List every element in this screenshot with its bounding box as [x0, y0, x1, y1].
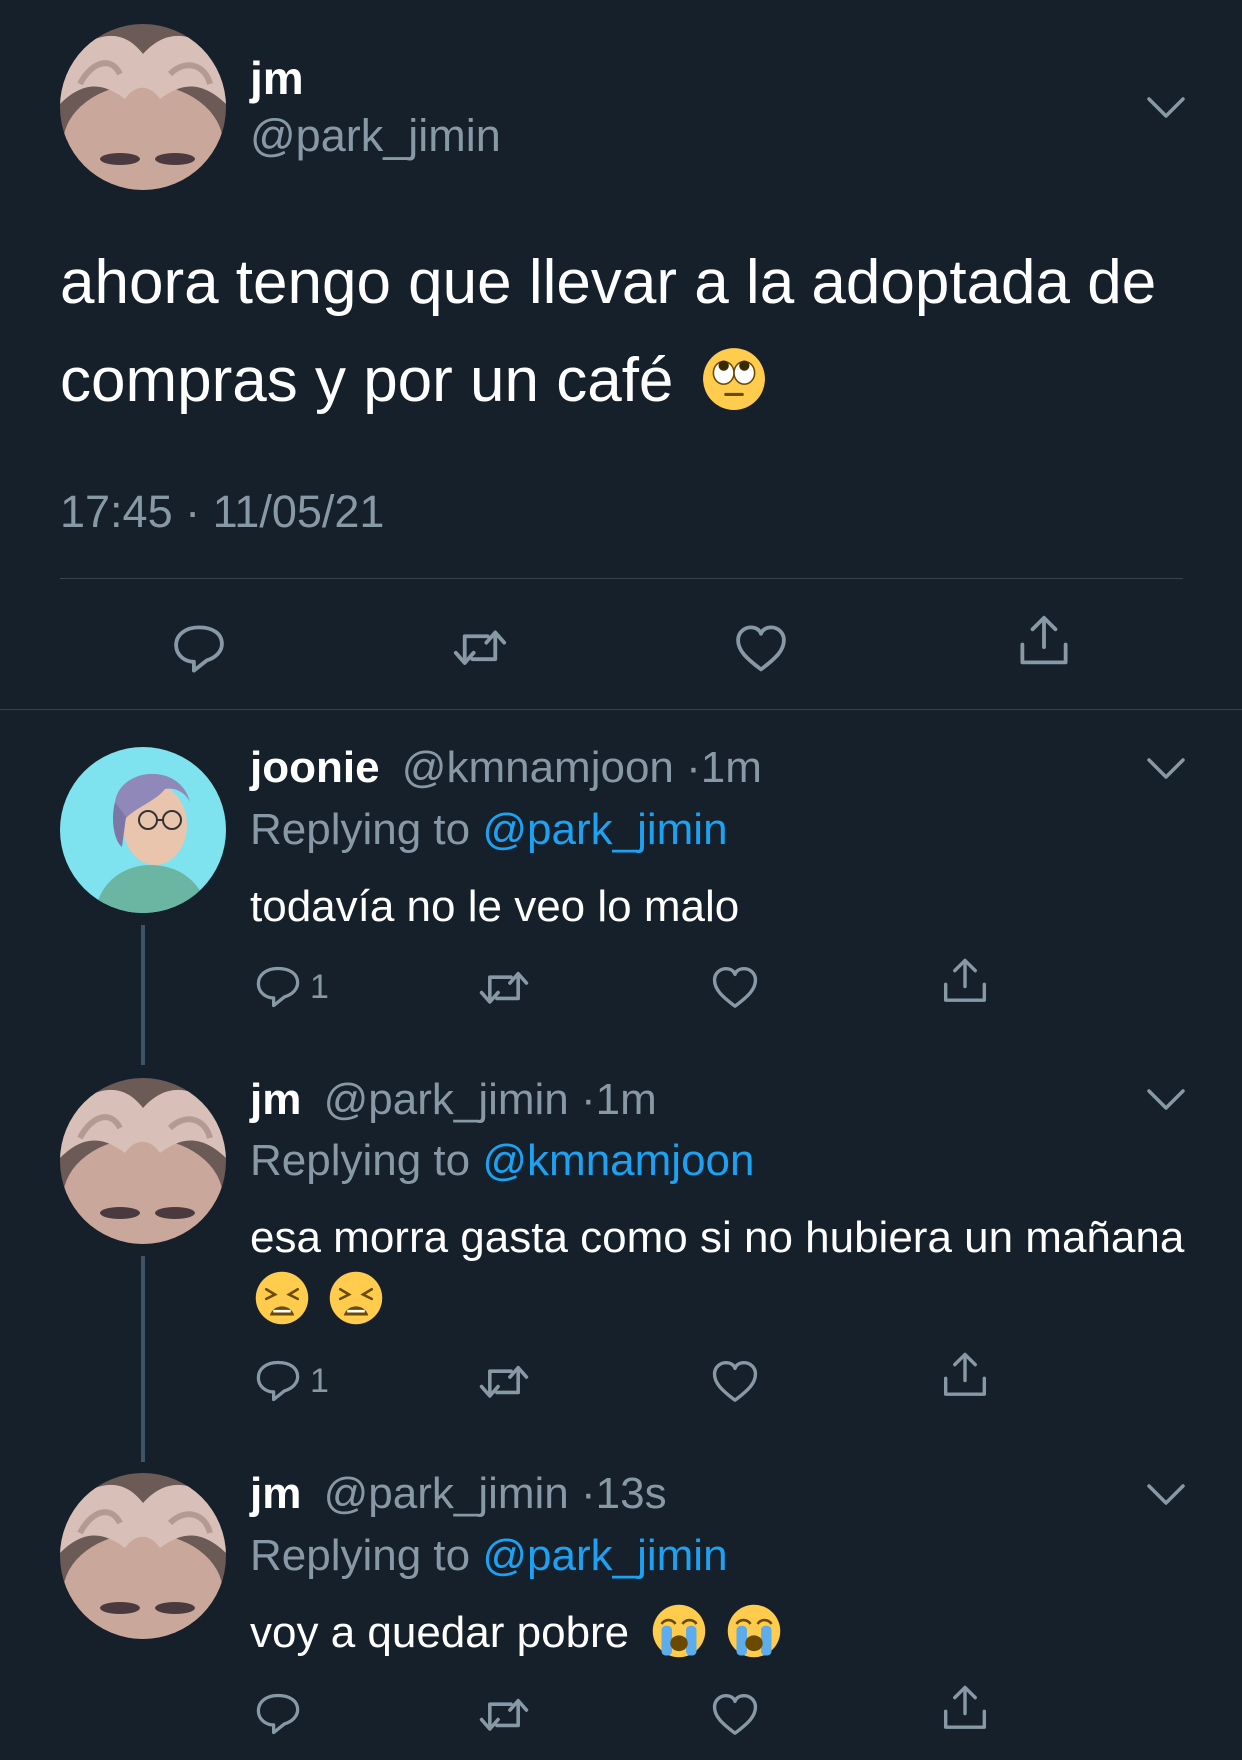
like-icon[interactable]	[733, 621, 789, 677]
reply-header: joonie @kmnamjoon ·1m	[250, 738, 762, 798]
thread-line	[141, 1256, 145, 1462]
share-icon[interactable]	[940, 1351, 990, 1401]
avatar[interactable]	[60, 1473, 226, 1639]
chevron-down-icon[interactable]	[1146, 96, 1186, 120]
replying-to: Replying to @park_jimin	[250, 800, 728, 860]
reply-header: jm @park_jimin ·1m	[250, 1070, 657, 1130]
reply-icon	[256, 1693, 300, 1735]
author-name[interactable]: jm	[250, 1075, 301, 1124]
loudly-crying-face-emoji	[651, 1603, 707, 1659]
divider	[60, 578, 1183, 579]
replying-to: Replying to @park_jimin	[250, 1526, 728, 1586]
chevron-down-icon[interactable]	[1146, 1088, 1186, 1112]
tweet-body: todavía no le veo lo malo	[250, 882, 740, 931]
replying-to: Replying to @kmnamjoon	[250, 1131, 754, 1191]
divider	[0, 709, 1242, 710]
share-icon[interactable]	[940, 1684, 990, 1734]
reply-button[interactable]: 1	[254, 1357, 329, 1405]
reply-header: jm @park_jimin ·13s	[250, 1464, 667, 1524]
tired-face-emoji	[328, 1270, 384, 1326]
separator-dot: ·	[686, 743, 701, 792]
retweet-icon[interactable]	[478, 963, 530, 1015]
chevron-down-icon[interactable]	[1146, 757, 1186, 781]
loudly-crying-face-emoji	[726, 1603, 782, 1659]
tweet-time[interactable]: 13s	[596, 1469, 667, 1518]
retweet-icon[interactable]	[452, 621, 508, 677]
tweet-body: voy a quedar pobre	[250, 1608, 630, 1657]
author-handle[interactable]: @park_jimin	[324, 1469, 569, 1518]
tweet-text: ahora tengo que llevar a la adoptada de …	[60, 234, 1200, 430]
reply-count: 1	[310, 967, 329, 1006]
avatar[interactable]	[60, 24, 226, 190]
like-icon[interactable]	[710, 963, 760, 1013]
thread-line	[141, 925, 145, 1065]
reply-button[interactable]: 1	[254, 963, 329, 1011]
reply-icon[interactable]	[171, 621, 227, 677]
replying-prefix: Replying to	[250, 805, 471, 854]
tweet-text: esa morra gasta como si no hubiera un ma…	[250, 1207, 1200, 1331]
reply-count: 1	[310, 1361, 329, 1400]
author-handle[interactable]: @park_jimin	[324, 1075, 569, 1124]
reply-icon	[256, 1360, 300, 1402]
author-name[interactable]: jm	[250, 48, 304, 108]
retweet-icon[interactable]	[478, 1357, 530, 1409]
mention-link[interactable]: @park_jimin	[482, 1531, 727, 1580]
author-name[interactable]: joonie	[250, 743, 380, 792]
tweet-text: todavía no le veo lo malo	[250, 876, 1200, 938]
tweet-body: ahora tengo que llevar a la adoptada de …	[60, 248, 1157, 415]
tweet-body: esa morra gasta como si no hubiera un ma…	[250, 1213, 1185, 1262]
mention-link[interactable]: @park_jimin	[482, 805, 727, 854]
face-with-rolling-eyes-emoji	[701, 346, 767, 412]
like-icon[interactable]	[710, 1690, 760, 1740]
reply-button[interactable]	[254, 1690, 302, 1738]
avatar[interactable]	[60, 1078, 226, 1244]
separator-dot: ·	[581, 1075, 596, 1124]
retweet-icon[interactable]	[478, 1690, 530, 1742]
tweet-time[interactable]: 1m	[596, 1075, 657, 1124]
author-handle[interactable]: @park_jimin	[250, 106, 501, 166]
replying-prefix: Replying to	[250, 1136, 471, 1185]
tweet-time[interactable]: 1m	[701, 743, 762, 792]
author-handle[interactable]: @kmnamjoon	[402, 743, 674, 792]
separator-dot: ·	[581, 1469, 596, 1518]
tired-face-emoji	[254, 1270, 310, 1326]
chevron-down-icon[interactable]	[1146, 1483, 1186, 1507]
like-icon[interactable]	[710, 1357, 760, 1407]
tweet-text: voy a quedar pobre	[250, 1602, 1200, 1664]
tweet-timestamp[interactable]: 17:45 · 11/05/21	[60, 482, 384, 542]
share-icon[interactable]	[1016, 614, 1072, 670]
avatar[interactable]	[60, 747, 226, 913]
replying-prefix: Replying to	[250, 1531, 471, 1580]
mention-link[interactable]: @kmnamjoon	[482, 1136, 754, 1185]
share-icon[interactable]	[940, 957, 990, 1007]
reply-icon	[256, 966, 300, 1008]
author-name[interactable]: jm	[250, 1469, 301, 1518]
